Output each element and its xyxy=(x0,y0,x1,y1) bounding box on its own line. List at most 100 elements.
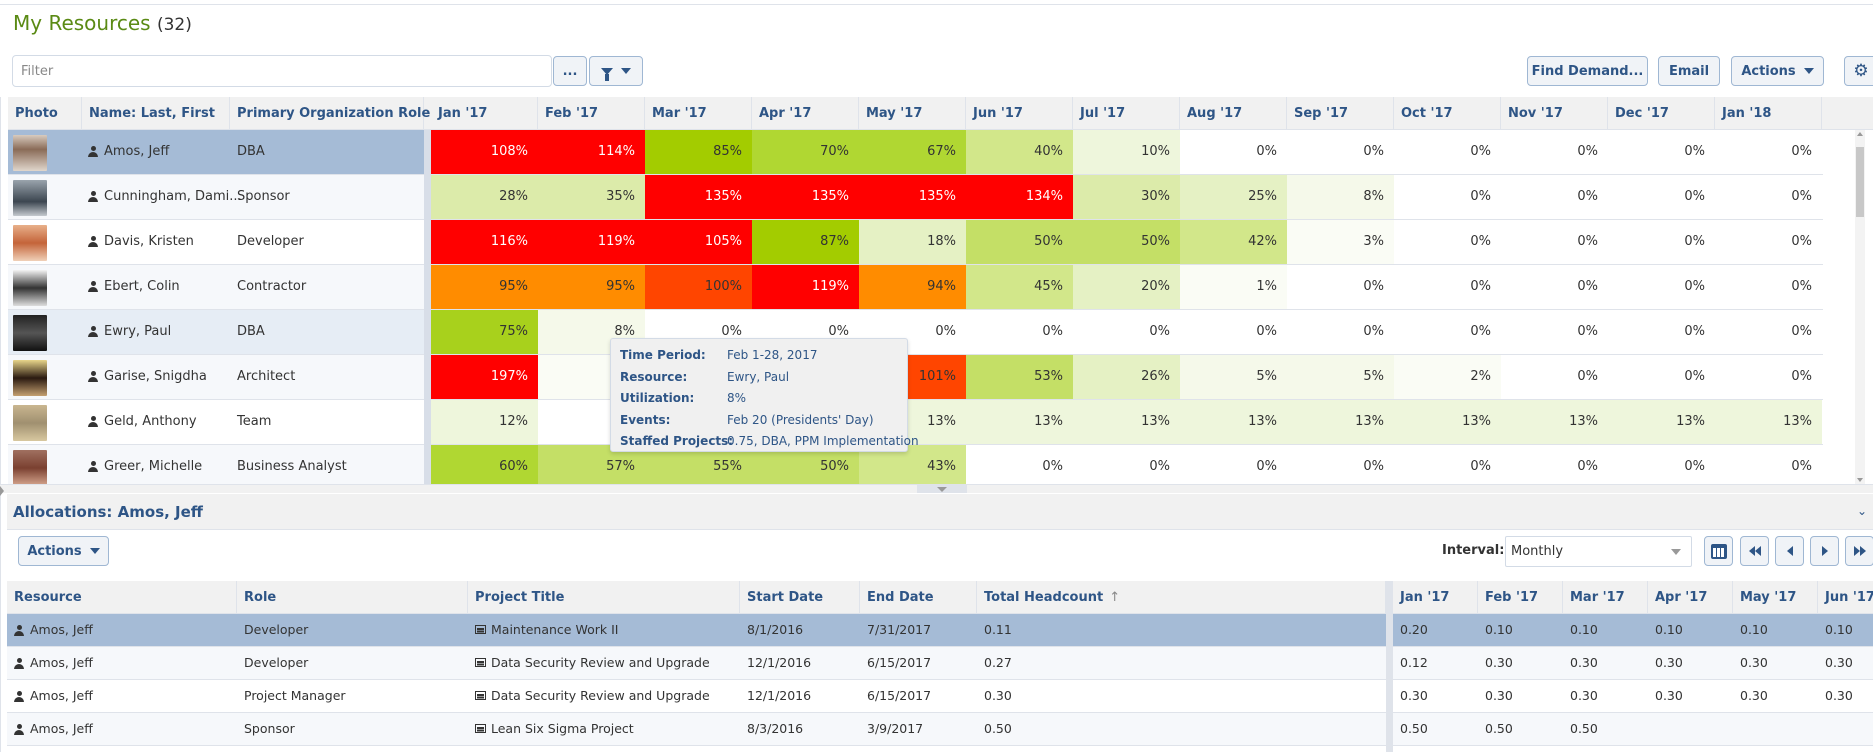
resource-row[interactable]: Ebert, ColinContractor95%95%100%119%94%4… xyxy=(8,265,1823,310)
utilization-cell[interactable]: 0% xyxy=(1394,445,1501,489)
column-header[interactable]: Photo xyxy=(8,97,82,130)
utilization-cell[interactable]: 70% xyxy=(752,130,859,174)
utilization-cell[interactable]: 0% xyxy=(1394,175,1501,219)
allocation-row[interactable]: Amos, JeffProject ManagerData Security R… xyxy=(7,680,1873,713)
utilization-cell[interactable]: 0% xyxy=(1608,445,1715,489)
utilization-cell[interactable]: 114% xyxy=(538,130,645,174)
utilization-cell[interactable]: 0% xyxy=(966,310,1073,354)
utilization-cell[interactable]: 13% xyxy=(1287,400,1394,444)
utilization-cell[interactable]: 0% xyxy=(1501,175,1608,219)
utilization-cell[interactable]: 0% xyxy=(1715,445,1822,489)
allocation-month-value[interactable]: 0.30 xyxy=(1393,680,1478,712)
resource-name[interactable]: Garise, Snigdha xyxy=(88,355,207,399)
utilization-cell[interactable]: 13% xyxy=(1073,400,1180,444)
utilization-cell[interactable]: 18% xyxy=(859,220,966,264)
allocation-month-value[interactable]: 0.10 xyxy=(1818,614,1873,646)
allocation-month-value[interactable]: 0.30 xyxy=(1818,647,1873,679)
utilization-cell[interactable]: 25% xyxy=(1180,175,1287,219)
month-header[interactable]: Sep '17 xyxy=(1287,97,1394,130)
utilization-cell[interactable]: 0% xyxy=(1287,130,1394,174)
utilization-cell[interactable]: 0% xyxy=(1715,355,1822,399)
resource-info[interactable]: Greer, MichelleBusiness Analyst xyxy=(8,445,424,489)
allocation-month-header[interactable]: Jan '17 xyxy=(1393,581,1478,614)
utilization-cell[interactable]: 45% xyxy=(966,265,1073,309)
splitter-grip[interactable] xyxy=(917,485,967,493)
allocation-month-value[interactable]: 0.30 xyxy=(1563,680,1648,712)
utilization-cell[interactable]: 28% xyxy=(431,175,538,219)
utilization-cell[interactable]: 0% xyxy=(1180,445,1287,489)
utilization-cell[interactable]: 135% xyxy=(645,175,752,219)
resource-name[interactable]: Ewry, Paul xyxy=(88,310,171,354)
utilization-cell[interactable]: 85% xyxy=(645,130,752,174)
utilization-cell[interactable]: 50% xyxy=(966,220,1073,264)
vertical-scrollbar[interactable] xyxy=(1855,130,1865,484)
utilization-cell[interactable]: 0% xyxy=(1608,175,1715,219)
allocation-resource[interactable]: Amos, Jeff xyxy=(7,713,237,745)
allocation-month-header[interactable]: May '17 xyxy=(1733,581,1818,614)
utilization-cell[interactable]: 20% xyxy=(1073,265,1180,309)
utilization-cell[interactable]: 0% xyxy=(1715,265,1822,309)
utilization-cell[interactable]: 13% xyxy=(1715,400,1822,444)
scroll-up-icon[interactable] xyxy=(1857,132,1863,136)
resource-row[interactable]: Amos, JeffDBA108%114%85%70%67%40%10%0%0%… xyxy=(8,130,1823,175)
allocation-project[interactable]: Lean Six Sigma Project xyxy=(468,713,740,745)
resource-info[interactable]: Amos, JeffDBA xyxy=(8,130,424,174)
utilization-cell[interactable]: 135% xyxy=(859,175,966,219)
resource-name[interactable]: Amos, Jeff xyxy=(88,130,169,174)
allocation-month-value[interactable]: 0.30 xyxy=(1563,647,1648,679)
scroll-thumb[interactable] xyxy=(1856,147,1864,217)
expand-left-icon[interactable] xyxy=(0,486,4,496)
allocation-column-header[interactable]: Resource xyxy=(7,581,237,614)
utilization-cell[interactable]: 10% xyxy=(1073,130,1180,174)
email-button[interactable]: Email xyxy=(1658,56,1720,86)
allocation-row[interactable]: Amos, JeffSponsorLean Six Sigma Project8… xyxy=(7,713,1873,746)
month-header[interactable]: Mar '17 xyxy=(645,97,752,130)
settings-button[interactable]: ⚙ xyxy=(1844,56,1873,86)
utilization-cell[interactable]: 13% xyxy=(1394,400,1501,444)
resource-info[interactable]: Ewry, PaulDBA xyxy=(8,310,424,354)
allocation-month-value[interactable]: 0.30 xyxy=(1478,647,1563,679)
utilization-cell[interactable]: 3% xyxy=(1287,220,1394,264)
utilization-cell[interactable]: 0% xyxy=(1608,265,1715,309)
resource-name[interactable]: Cunningham, Dami... xyxy=(88,175,242,219)
utilization-cell[interactable]: 0% xyxy=(1501,445,1608,489)
allocation-column-header[interactable]: Start Date xyxy=(740,581,860,614)
utilization-cell[interactable]: 0% xyxy=(1715,130,1822,174)
allocation-project[interactable]: Data Security Review and Upgrade xyxy=(468,680,740,712)
utilization-cell[interactable]: 0% xyxy=(1501,355,1608,399)
resource-row[interactable]: Cunningham, Dami...Sponsor28%35%135%135%… xyxy=(8,175,1823,220)
utilization-cell[interactable]: 26% xyxy=(1073,355,1180,399)
allocation-month-value[interactable]: 0.50 xyxy=(1478,713,1563,745)
utilization-cell[interactable]: 30% xyxy=(1073,175,1180,219)
utilization-cell[interactable]: 95% xyxy=(538,265,645,309)
utilization-cell[interactable]: 0% xyxy=(1608,310,1715,354)
utilization-cell[interactable]: 0% xyxy=(1715,310,1822,354)
column-header[interactable]: Primary Organization Role xyxy=(230,97,424,130)
allocation-month-value[interactable]: 0.10 xyxy=(1648,614,1733,646)
next-button[interactable] xyxy=(1810,536,1839,566)
actions-button[interactable]: Actions xyxy=(1731,56,1824,86)
collapse-icon[interactable]: ⌄ xyxy=(1857,504,1869,518)
utilization-cell[interactable]: 134% xyxy=(966,175,1073,219)
month-header[interactable]: Apr '17 xyxy=(752,97,859,130)
month-header[interactable]: Jul '17 xyxy=(1073,97,1180,130)
resource-row[interactable]: Ewry, PaulDBA75%8%0%0%0%0%0%0%0%0%0%0%0% xyxy=(8,310,1823,355)
panel-splitter[interactable] xyxy=(0,484,1873,493)
month-header[interactable]: May '17 xyxy=(859,97,966,130)
last-page-button[interactable] xyxy=(1845,536,1873,566)
interval-select[interactable]: Monthly xyxy=(1505,536,1692,567)
utilization-cell[interactable]: 197% xyxy=(431,355,538,399)
grid-splitter[interactable] xyxy=(424,130,431,484)
allocation-month-value[interactable]: 0.50 xyxy=(1393,713,1478,745)
scroll-down-icon[interactable] xyxy=(1857,478,1863,482)
utilization-cell[interactable]: 2% xyxy=(1394,355,1501,399)
resource-row[interactable]: Davis, KristenDeveloper116%119%105%87%18… xyxy=(8,220,1823,265)
calendar-button[interactable] xyxy=(1704,536,1733,566)
allocation-month-value[interactable]: 0.12 xyxy=(1393,647,1478,679)
resource-info[interactable]: Geld, AnthonyTeam xyxy=(8,400,424,444)
utilization-cell[interactable]: 0% xyxy=(1501,220,1608,264)
allocation-month-value[interactable]: 0.10 xyxy=(1563,614,1648,646)
previous-button[interactable] xyxy=(1775,536,1804,566)
resource-name[interactable]: Ebert, Colin xyxy=(88,265,180,309)
utilization-cell[interactable]: 0% xyxy=(1287,265,1394,309)
